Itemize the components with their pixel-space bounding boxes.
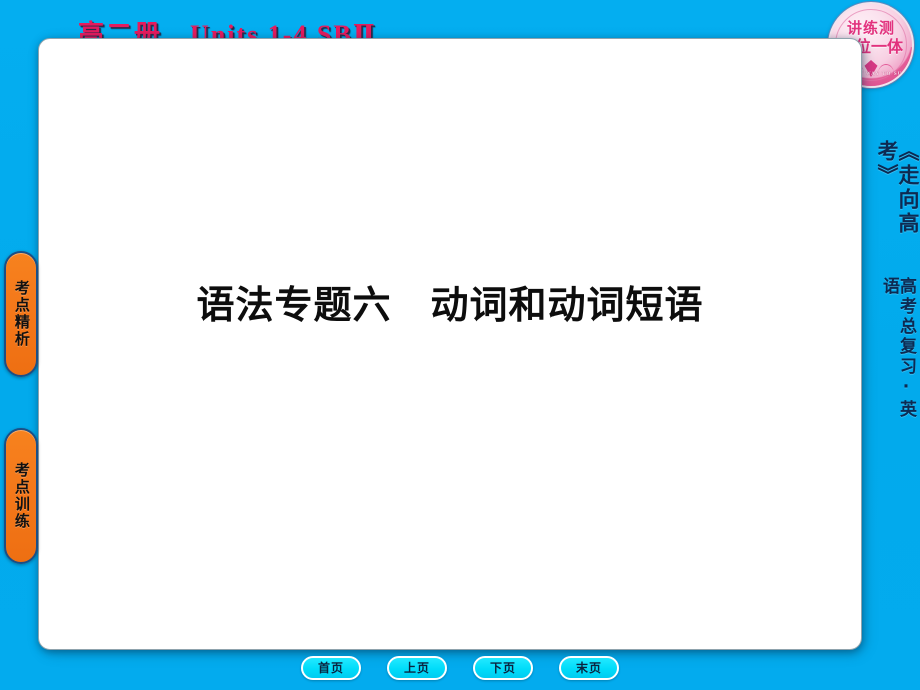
- sidebar-tab-kaodian-jingxi[interactable]: 考点精析: [4, 251, 38, 377]
- nav-button-label: 末页: [575, 661, 602, 675]
- nav-button-label: 下页: [489, 661, 516, 675]
- nav-first-page-button[interactable]: 首页: [301, 656, 361, 680]
- nav-next-page-button[interactable]: 下页: [473, 656, 533, 680]
- slide-title: 语法专题六 动词和动词短语: [196, 283, 704, 327]
- presentation-slide: 高二册 Units 1-4 SBⅡ 讲练测 三位一体 THE BEST WAY …: [0, 0, 920, 690]
- series-rail: 《走向高考》 高考总复习·英语: [875, 140, 920, 420]
- content-panel: 语法专题六 动词和动词短语: [38, 38, 862, 650]
- nav-previous-page-button[interactable]: 上页: [387, 656, 447, 680]
- nav-button-label: 首页: [317, 661, 344, 675]
- sidebar-tab-label: 考点精析: [12, 280, 31, 348]
- series-title: 《走向高考》: [875, 140, 920, 236]
- bottom-navigation-bar: 首页 上页 下页 末页: [0, 655, 920, 681]
- nav-last-page-button[interactable]: 末页: [559, 656, 619, 680]
- sidebar-tab-label: 考点训练: [12, 462, 31, 530]
- seal-line-1: 讲练测: [846, 19, 895, 37]
- nav-button-label: 上页: [403, 661, 430, 675]
- series-subtitle: 高考总复习·英语: [879, 276, 916, 420]
- sidebar-tab-kaodian-xunlian[interactable]: 考点训练: [4, 428, 38, 564]
